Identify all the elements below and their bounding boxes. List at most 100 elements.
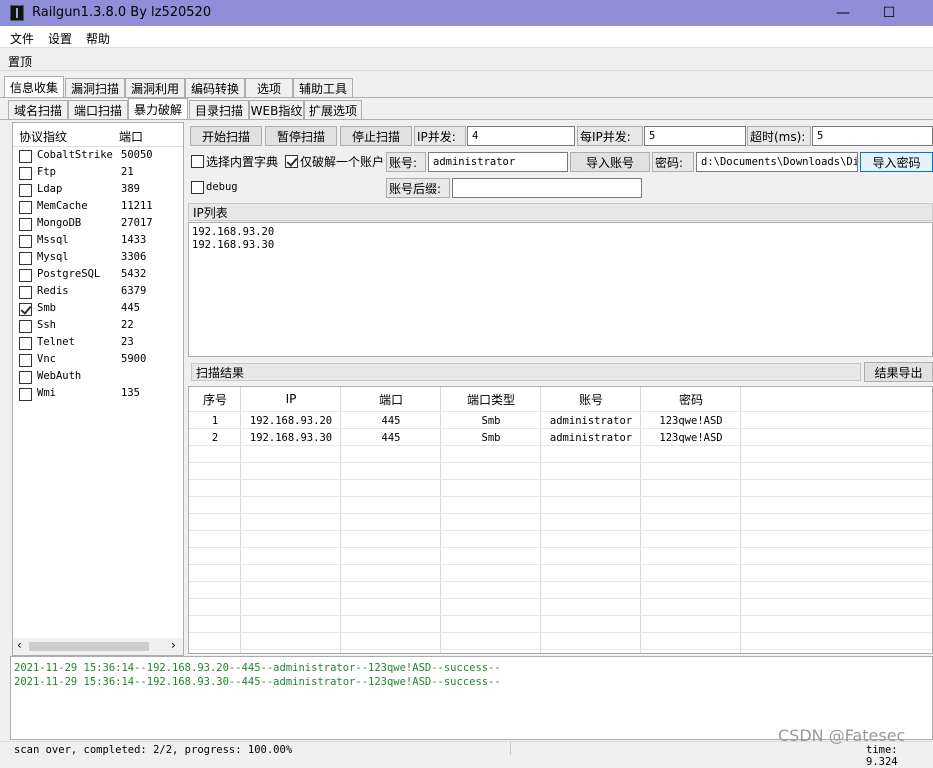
grid-row-line: [189, 649, 932, 650]
ip-list-textarea[interactable]: 192.168.93.20 192.168.93.30: [188, 222, 933, 357]
protocol-row-ssh[interactable]: Ssh 22: [13, 318, 183, 335]
protocol-port: 21: [121, 166, 134, 178]
tab-aux-tools[interactable]: 辅助工具: [293, 78, 353, 97]
col-header-ip[interactable]: IP: [241, 387, 341, 411]
minimize-button[interactable]: —: [820, 0, 866, 26]
protocol-checkbox[interactable]: [19, 388, 32, 401]
stop-scan-button[interactable]: 停止扫描: [340, 126, 412, 146]
per-ip-concurrency-label: 每IP并发:: [577, 126, 643, 146]
builtin-dict-label: 选择内置字典: [206, 154, 279, 169]
tab-domain-scan[interactable]: 域名扫描: [8, 100, 68, 119]
protocol-checkbox[interactable]: [19, 150, 32, 163]
builtin-dict-checkbox[interactable]: [191, 155, 204, 168]
protocol-list-hscrollbar[interactable]: ‹ ›: [13, 638, 183, 655]
tab-port-scan[interactable]: 端口扫描: [68, 100, 128, 119]
protocol-name: MemCache: [37, 200, 88, 212]
ip-list-item: 192.168.93.20: [192, 226, 275, 238]
import-password-button[interactable]: 导入密码: [860, 152, 933, 172]
cell-port-type: Smb: [481, 431, 501, 444]
protocol-port: 6379: [121, 285, 147, 297]
menu-file[interactable]: 文件: [10, 30, 34, 47]
pin-on-top-button[interactable]: 置顶: [8, 53, 32, 70]
col-header-port[interactable]: 端口: [341, 387, 441, 411]
protocol-checkbox[interactable]: [19, 167, 32, 180]
debug-checkbox[interactable]: [191, 181, 204, 194]
protocol-row-smb[interactable]: Smb 445: [13, 301, 183, 318]
col-header-password[interactable]: 密码: [641, 387, 741, 411]
watermark: CSDN @Fatesec: [778, 726, 906, 745]
protocol-checkbox[interactable]: [19, 371, 32, 384]
pause-scan-button[interactable]: 暂停扫描: [265, 126, 337, 146]
protocol-checkbox[interactable]: [19, 286, 32, 299]
protocol-checkbox[interactable]: [19, 320, 32, 333]
protocol-name: Redis: [37, 285, 69, 297]
debug-label: debug: [206, 181, 238, 193]
protocol-checkbox[interactable]: [19, 201, 32, 214]
crack-one-account-checkbox[interactable]: [285, 155, 298, 168]
export-results-button[interactable]: 结果导出: [864, 362, 933, 382]
tab-options[interactable]: 选项: [245, 78, 293, 97]
tab-encoding[interactable]: 编码转换: [185, 78, 245, 97]
protocol-checkbox[interactable]: [19, 337, 32, 350]
scroll-left-icon[interactable]: ‹: [17, 638, 22, 652]
grid-row-line: [189, 530, 932, 531]
protocol-row-ftp[interactable]: Ftp 21: [13, 165, 183, 182]
protocol-row-wmi[interactable]: Wmi 135: [13, 386, 183, 403]
menu-help[interactable]: 帮助: [86, 30, 110, 47]
protocol-row-telnet[interactable]: Telnet 23: [13, 335, 183, 352]
protocol-row-mssql[interactable]: Mssql 1433: [13, 233, 183, 250]
account-suffix-input[interactable]: [452, 178, 642, 198]
protocol-row-mongodb[interactable]: MongoDB 27017: [13, 216, 183, 233]
tab-vuln-scan[interactable]: 漏洞扫描: [65, 78, 125, 97]
scrollbar-thumb[interactable]: [29, 642, 149, 651]
window-title: Railgun1.3.8.0 By lz520520: [32, 5, 212, 20]
maximize-button[interactable]: ☐: [866, 0, 912, 26]
protocol-column-header[interactable]: 协议指纹: [19, 128, 67, 145]
account-input[interactable]: administrator: [428, 152, 568, 172]
protocol-name: CobaltStrike: [37, 149, 113, 161]
protocol-checkbox[interactable]: [19, 252, 32, 265]
cell-port: 445: [381, 414, 401, 427]
protocol-port: 27017: [121, 217, 153, 229]
grid-row-line: [189, 547, 932, 548]
col-header-port-type[interactable]: 端口类型: [441, 387, 541, 411]
protocol-checkbox[interactable]: [19, 269, 32, 282]
tab-web-fingerprint[interactable]: WEB指纹: [249, 100, 304, 119]
cell-ip: 192.168.93.30: [249, 431, 333, 444]
protocol-row-webauth[interactable]: WebAuth: [13, 369, 183, 386]
timeout-input[interactable]: 5: [812, 126, 933, 146]
port-column-header[interactable]: 端口: [119, 128, 143, 145]
tab-vuln-exploit[interactable]: 漏洞利用: [125, 78, 185, 97]
protocol-checkbox[interactable]: [19, 184, 32, 197]
tab-extend-options[interactable]: 扩展选项: [304, 100, 362, 119]
protocol-row-memcache[interactable]: MemCache 11211: [13, 199, 183, 216]
protocol-checkbox[interactable]: [19, 218, 32, 231]
scroll-right-icon[interactable]: ›: [171, 638, 176, 652]
tab-dir-scan[interactable]: 目录扫描: [189, 100, 249, 119]
start-scan-button[interactable]: 开始扫描: [190, 126, 262, 146]
protocol-checkbox[interactable]: [19, 303, 32, 316]
grid-row-line: [189, 581, 932, 582]
import-account-button[interactable]: 导入账号: [570, 152, 650, 172]
col-header-index[interactable]: 序号: [189, 387, 241, 411]
password-file-input[interactable]: d:\Documents\Downloads\Dic: [696, 152, 858, 172]
col-header-account[interactable]: 账号: [541, 387, 641, 411]
protocol-row-ldap[interactable]: Ldap 389: [13, 182, 183, 199]
menu-settings[interactable]: 设置: [48, 30, 72, 47]
protocol-port: 22: [121, 319, 134, 331]
protocol-row-cobaltstrike[interactable]: CobaltStrike 50050: [13, 148, 183, 165]
protocol-row-vnc[interactable]: Vnc 5900: [13, 352, 183, 369]
grid-row-line: [189, 598, 932, 599]
grid-row-line: [189, 496, 932, 497]
protocol-row-postgresql[interactable]: PostgreSQL 5432: [13, 267, 183, 284]
protocol-row-redis[interactable]: Redis 6379: [13, 284, 183, 301]
tab-info-gathering[interactable]: 信息收集: [4, 76, 64, 97]
cell-password: 123qwe!ASD: [659, 414, 723, 427]
protocol-checkbox[interactable]: [19, 235, 32, 248]
ip-concurrency-input[interactable]: 4: [467, 126, 575, 146]
protocol-row-mysql[interactable]: Mysql 3306: [13, 250, 183, 267]
protocol-checkbox[interactable]: [19, 354, 32, 367]
per-ip-concurrency-input[interactable]: 5: [644, 126, 746, 146]
protocol-name: Ssh: [37, 319, 56, 331]
tab-brute-force[interactable]: 暴力破解: [128, 98, 188, 119]
